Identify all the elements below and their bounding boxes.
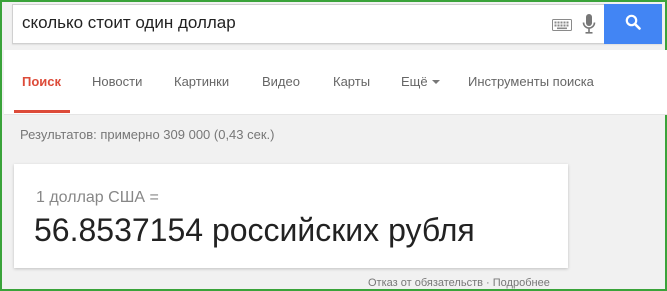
search-box[interactable]: сколько стоит один доллар [12, 4, 662, 44]
more-info-link[interactable]: Подробнее [493, 277, 550, 289]
search-input[interactable]: сколько стоит один доллар [22, 13, 236, 33]
tab-images[interactable]: Картинки [174, 74, 229, 89]
converter-from: 1 доллар США = [36, 189, 159, 206]
search-button[interactable] [604, 4, 662, 44]
tab-search-tools[interactable]: Инструменты поиска [468, 74, 594, 89]
microphone-icon[interactable] [582, 13, 596, 40]
card-footer: Отказ от обязательств · Подробнее [368, 277, 550, 289]
footer-separator: · [486, 277, 490, 289]
tab-news[interactable]: Новости [92, 74, 142, 89]
tab-more[interactable]: Ещё [401, 74, 440, 89]
active-tab-indicator [14, 110, 70, 113]
keyboard-icon[interactable] [552, 18, 572, 36]
currency-converter-card: 1 доллар США = 56.8537154 российских руб… [14, 164, 568, 268]
result-stats: Результатов: примерно 309 000 (0,43 сек.… [20, 127, 275, 142]
tab-more-label: Ещё [401, 74, 428, 89]
window-frame: сколько стоит один доллар Поиск Новости … [0, 0, 667, 291]
search-icon [625, 14, 641, 35]
disclaimer-link[interactable]: Отказ от обязательств [368, 277, 483, 289]
converter-result: 56.8537154 российских рубля [34, 212, 475, 248]
tab-search[interactable]: Поиск [22, 74, 61, 89]
tab-video[interactable]: Видео [262, 74, 300, 89]
chevron-down-icon [431, 80, 440, 84]
search-tabs: Поиск Новости Картинки Видео Карты Ещё И… [4, 50, 667, 115]
tab-maps[interactable]: Карты [333, 74, 370, 89]
